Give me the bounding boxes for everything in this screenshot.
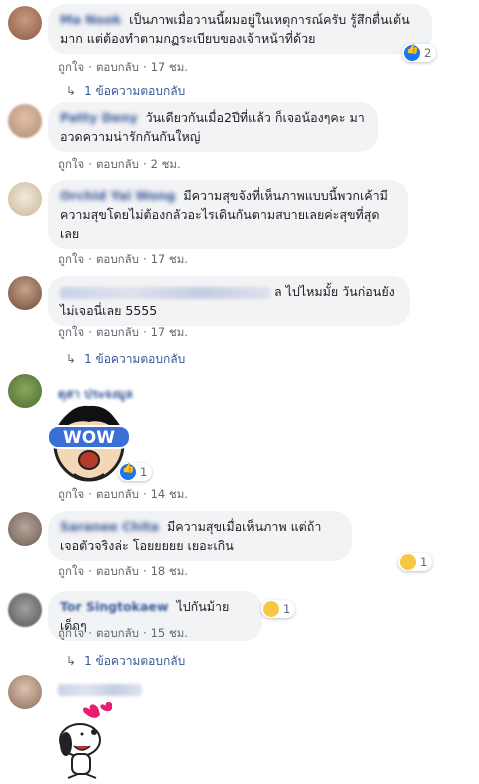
commenter-name[interactable]: Tor Singtokaew xyxy=(60,599,168,614)
comment-text-suffix: ล xyxy=(273,284,282,299)
timestamp[interactable]: 15 ชม. xyxy=(151,626,188,640)
avatar[interactable] xyxy=(8,104,42,138)
like-link[interactable]: ถูกใจ xyxy=(58,487,84,501)
blurred-name[interactable] xyxy=(58,684,142,696)
comment-actions: ถูกใจ · ตอบกลับ · 17 ชม. xyxy=(58,325,188,339)
comment-actions: ถูกใจ · ตอบกลับ · 17 ชม. xyxy=(58,60,188,74)
wow-reaction-icon xyxy=(263,601,279,617)
reply-link[interactable]: ตอบกลับ xyxy=(96,157,139,171)
like-link[interactable]: ถูกใจ xyxy=(58,325,84,339)
comment-actions: ถูกใจ · ตอบกลับ · 15 ชม. xyxy=(58,626,188,640)
like-link[interactable]: ถูกใจ xyxy=(58,252,84,266)
reply-link[interactable]: ตอบกลับ xyxy=(96,252,139,266)
reply-link[interactable]: ตอบกลับ xyxy=(96,487,139,501)
commenter-name[interactable]: Ma Nook xyxy=(60,12,121,27)
reaction-count[interactable]: 1 xyxy=(398,553,433,571)
comment-actions: ถูกใจ · ตอบกลับ · 17 ชม. xyxy=(58,252,188,266)
timestamp[interactable]: 17 ชม. xyxy=(151,325,188,339)
comment-bubble: Orchid Yai Wong มีความสุขจังที่เห็นภาพแบ… xyxy=(48,180,408,249)
blurred-name[interactable] xyxy=(60,286,270,299)
timestamp[interactable]: 2 ชม. xyxy=(151,157,181,171)
avatar[interactable] xyxy=(8,6,42,40)
avatar[interactable] xyxy=(8,512,42,546)
comment-bubble: Saranee Chita มีความสุขเมื่อเห็นภาพ แต่ถ… xyxy=(48,511,352,561)
avatar[interactable] xyxy=(8,276,42,310)
reply-arrow-icon: ↳ xyxy=(66,84,77,98)
svg-text:WOW: WOW xyxy=(63,428,115,448)
reply-link[interactable]: ตอบกลับ xyxy=(96,564,139,578)
reply-link[interactable]: ตอบกลับ xyxy=(96,60,139,74)
commenter-name[interactable]: Saranee Chita xyxy=(60,519,159,534)
like-reaction-icon xyxy=(120,463,136,480)
comment-actions: ถูกใจ · ตอบกลับ · 2 ชม. xyxy=(58,157,181,171)
like-link[interactable]: ถูกใจ xyxy=(58,626,84,640)
reply-arrow-icon: ↳ xyxy=(66,654,77,668)
timestamp[interactable]: 17 ชม. xyxy=(151,60,188,74)
comment-bubble: Ma Nook เป็นภาพเมื่อวานนี้ผมอยู่ในเหตุกา… xyxy=(48,4,432,54)
reaction-count[interactable]: 1 xyxy=(261,600,296,618)
reply-link[interactable]: ตอบกลับ xyxy=(96,325,139,339)
avatar[interactable] xyxy=(8,675,42,709)
commenter-name[interactable]: Patty Deny xyxy=(60,110,138,125)
commenter-name[interactable]: Orchid Yai Wong xyxy=(60,188,175,203)
reply-link[interactable]: ตอบกลับ xyxy=(96,626,139,640)
view-replies-link[interactable]: ↳ 1 ข้อความตอบกลับ xyxy=(66,652,185,671)
reaction-count[interactable]: 2 xyxy=(402,44,437,62)
timestamp[interactable]: 14 ชม. xyxy=(151,487,188,501)
avatar[interactable] xyxy=(8,182,42,216)
like-link[interactable]: ถูกใจ xyxy=(58,157,84,171)
timestamp[interactable]: 17 ชม. xyxy=(151,252,188,266)
timestamp[interactable]: 18 ชม. xyxy=(151,564,188,578)
comment-actions: ถูกใจ · ตอบกลับ · 14 ชม. xyxy=(58,487,188,501)
avatar[interactable] xyxy=(8,593,42,627)
like-link[interactable]: ถูกใจ xyxy=(58,60,84,74)
view-replies-link[interactable]: ↳ 1 ข้อความตอบกลับ xyxy=(66,350,185,369)
view-replies-link[interactable]: ↳ 1 ข้อความตอบกลับ xyxy=(66,82,185,101)
like-reaction-icon xyxy=(404,44,420,61)
comment-actions: ถูกใจ · ตอบกลับ · 18 ชม. xyxy=(58,564,188,578)
reaction-count[interactable]: 1 xyxy=(118,463,153,481)
like-link[interactable]: ถูกใจ xyxy=(58,564,84,578)
reply-arrow-icon: ↳ xyxy=(66,352,77,366)
comment-bubble: ล ไปไหมมั้ย วันก่อนยังไม่เจอนี่เลย 5555 xyxy=(48,276,410,326)
snoopy-sticker-icon xyxy=(59,701,112,779)
haha-reaction-icon xyxy=(400,554,416,570)
snoopy-sticker[interactable] xyxy=(50,701,130,782)
comment-bubble: Patty Deny วันเดียวกันเมื่อ2ปีที่แล้ว ก็… xyxy=(48,102,378,152)
avatar[interactable] xyxy=(8,374,42,408)
